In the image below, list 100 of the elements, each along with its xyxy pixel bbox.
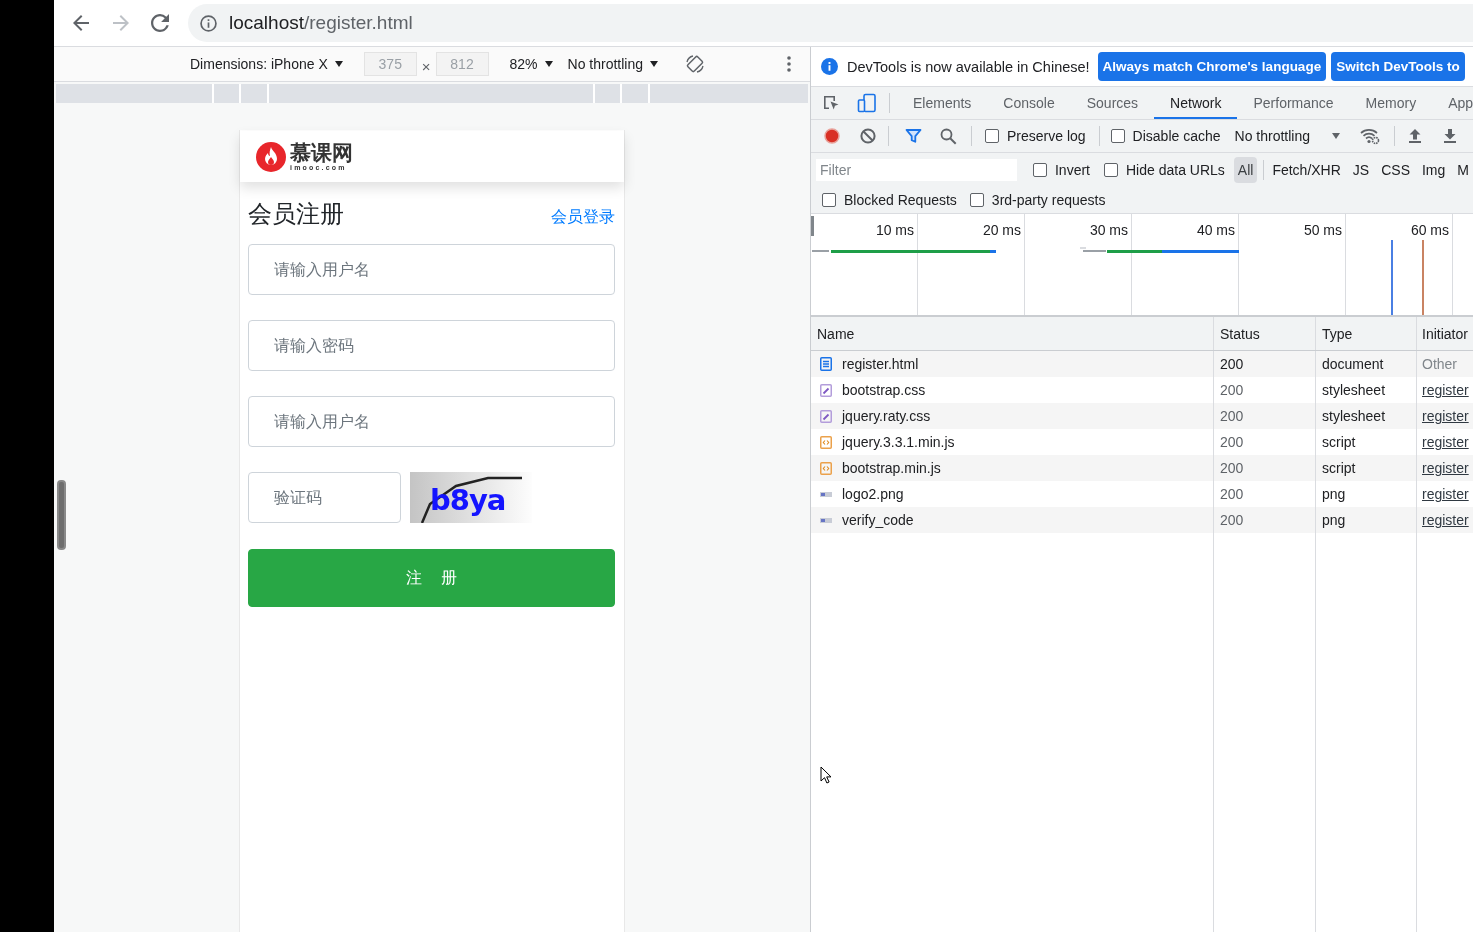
checkbox-label[interactable]: 3rd-party requests xyxy=(991,191,1106,208)
initiator-link[interactable]: register xyxy=(1417,403,1473,429)
type-cell: png xyxy=(1316,507,1417,533)
zoom-dropdown[interactable]: 82% xyxy=(509,56,553,72)
search-icon[interactable] xyxy=(940,127,957,145)
record-icon[interactable] xyxy=(824,128,840,144)
column-header[interactable]: Status xyxy=(1214,317,1316,350)
column-header[interactable]: Name xyxy=(811,317,1214,350)
request-type-filter[interactable]: JS xyxy=(1348,156,1374,183)
request-type-filter[interactable]: Fetch/XHR xyxy=(1268,156,1345,183)
throttling-dropdown[interactable]: No throttling xyxy=(1234,128,1340,144)
type-cell: document xyxy=(1316,351,1417,377)
pen-square-icon xyxy=(820,383,832,397)
request-row[interactable]: verify_code 200 png register xyxy=(811,507,1473,533)
caret-icon xyxy=(1332,133,1340,139)
file-name[interactable]: bootstrap.min.js xyxy=(842,460,941,476)
clear-icon[interactable] xyxy=(860,128,876,144)
initiator-link[interactable]: register xyxy=(1417,377,1473,403)
captcha-field[interactable]: 验证码 xyxy=(248,472,401,523)
download-icon[interactable] xyxy=(1442,128,1458,144)
rotate-icon[interactable] xyxy=(685,54,706,74)
checkbox[interactable] xyxy=(985,129,999,143)
time-tick-label: 30 ms xyxy=(1089,222,1128,238)
filter-field[interactable]: Filter xyxy=(816,158,1017,181)
time-tick-label: 40 ms xyxy=(1196,222,1235,238)
image-thumbnail-icon xyxy=(820,491,832,497)
code-file-icon xyxy=(820,461,832,475)
column-header[interactable]: Type xyxy=(1316,317,1417,350)
network-conditions-icon[interactable] xyxy=(1360,127,1380,145)
checkbox[interactable] xyxy=(969,192,984,207)
dimension-separator: × xyxy=(421,57,431,75)
text-input-field[interactable]: 请输入用户名 xyxy=(248,244,615,295)
address-bar[interactable]: localhost/register.html xyxy=(188,4,1473,42)
file-name[interactable]: bootstrap.css xyxy=(842,382,926,398)
more-options-icon[interactable] xyxy=(787,56,791,72)
initiator-link[interactable]: register xyxy=(1417,429,1473,455)
info-message: DevTools is now available in Chinese! xyxy=(847,58,1090,75)
time-tick-label: 50 ms xyxy=(1303,222,1342,238)
checkbox-label[interactable]: Hide data URLs xyxy=(1126,161,1225,178)
panel-tab[interactable]: Sources xyxy=(1070,87,1155,119)
filter-icon[interactable] xyxy=(905,128,922,144)
url-text[interactable]: localhost/register.html xyxy=(229,12,413,34)
language-button[interactable]: Always match Chrome's language xyxy=(1097,52,1327,81)
inspect-element-icon[interactable] xyxy=(822,94,840,112)
request-row[interactable]: bootstrap.min.js 200 script register xyxy=(811,455,1473,481)
language-button[interactable]: Switch DevTools to xyxy=(1331,52,1465,81)
request-type-filter[interactable]: CSS xyxy=(1377,156,1414,183)
initiator-link[interactable]: register xyxy=(1417,455,1473,481)
page-icon xyxy=(820,357,832,371)
panel-tab[interactable]: Performance xyxy=(1237,87,1350,119)
resize-handle[interactable] xyxy=(57,480,66,550)
panel-tab[interactable]: Elements xyxy=(897,87,988,119)
back-icon[interactable] xyxy=(73,15,89,31)
overview-range-handle[interactable] xyxy=(811,216,814,236)
request-type-filter[interactable]: M xyxy=(1453,156,1473,183)
mouse-cursor-icon xyxy=(820,766,832,784)
file-name[interactable]: register.html xyxy=(842,356,919,372)
type-cell: script xyxy=(1316,455,1417,481)
device-dropdown[interactable]: Dimensions: iPhone X xyxy=(190,56,343,72)
panel-tab[interactable]: Memory xyxy=(1349,87,1433,119)
code-file-icon xyxy=(820,435,832,449)
checkbox-label[interactable]: Blocked Requests xyxy=(844,191,957,208)
status-cell: 200 xyxy=(1214,455,1316,481)
file-name[interactable]: jquery.3.3.1.min.js xyxy=(842,434,955,450)
checkbox[interactable] xyxy=(1104,162,1118,177)
checkbox-label[interactable]: Disable cache xyxy=(1132,128,1221,144)
upload-icon[interactable] xyxy=(1407,128,1423,144)
request-row[interactable]: register.html 200 document Other xyxy=(811,351,1473,377)
type-cell: stylesheet xyxy=(1316,403,1417,429)
text-input-field[interactable]: 请输入密码 xyxy=(248,320,615,371)
checkbox-label[interactable]: Preserve log xyxy=(1007,128,1086,144)
file-name[interactable]: jquery.raty.css xyxy=(842,408,931,424)
flame-logo-icon xyxy=(256,141,286,172)
request-type-filter[interactable]: All xyxy=(1233,156,1258,183)
caret-icon xyxy=(334,61,343,67)
checkbox[interactable] xyxy=(1110,129,1125,143)
file-name[interactable]: logo2.png xyxy=(842,486,904,502)
status-cell: 200 xyxy=(1214,403,1316,429)
panel-tab[interactable]: Console xyxy=(987,87,1071,119)
checkbox-label[interactable]: Invert xyxy=(1054,161,1090,178)
file-name[interactable]: verify_code xyxy=(842,512,914,528)
info-icon[interactable] xyxy=(200,14,217,32)
text-input-field[interactable]: 请输入用户名 xyxy=(248,396,615,447)
time-tick-label: 10 ms xyxy=(875,222,914,238)
device-toggle-icon[interactable] xyxy=(857,93,877,113)
throttling-dropdown[interactable]: No throttling xyxy=(567,56,659,72)
checkbox[interactable] xyxy=(822,192,836,207)
time-tick-label: 60 ms xyxy=(1410,222,1449,238)
checkbox[interactable] xyxy=(1032,162,1047,177)
logo-wordmark: 慕课网 xyxy=(290,141,353,164)
caret-icon xyxy=(650,61,659,67)
request-row[interactable]: jquery.raty.css 200 stylesheet register xyxy=(811,403,1473,429)
initiator-link[interactable]: register xyxy=(1417,481,1473,507)
column-header[interactable]: Initiator xyxy=(1417,317,1473,350)
image-thumbnail-icon xyxy=(820,517,832,523)
login-link[interactable]: 会员登录 xyxy=(551,207,615,228)
panel-tab[interactable]: App xyxy=(1432,87,1473,119)
initiator-link[interactable]: register xyxy=(1417,507,1473,533)
request-type-filter[interactable]: Img xyxy=(1418,156,1450,183)
reload-icon[interactable] xyxy=(151,14,169,32)
